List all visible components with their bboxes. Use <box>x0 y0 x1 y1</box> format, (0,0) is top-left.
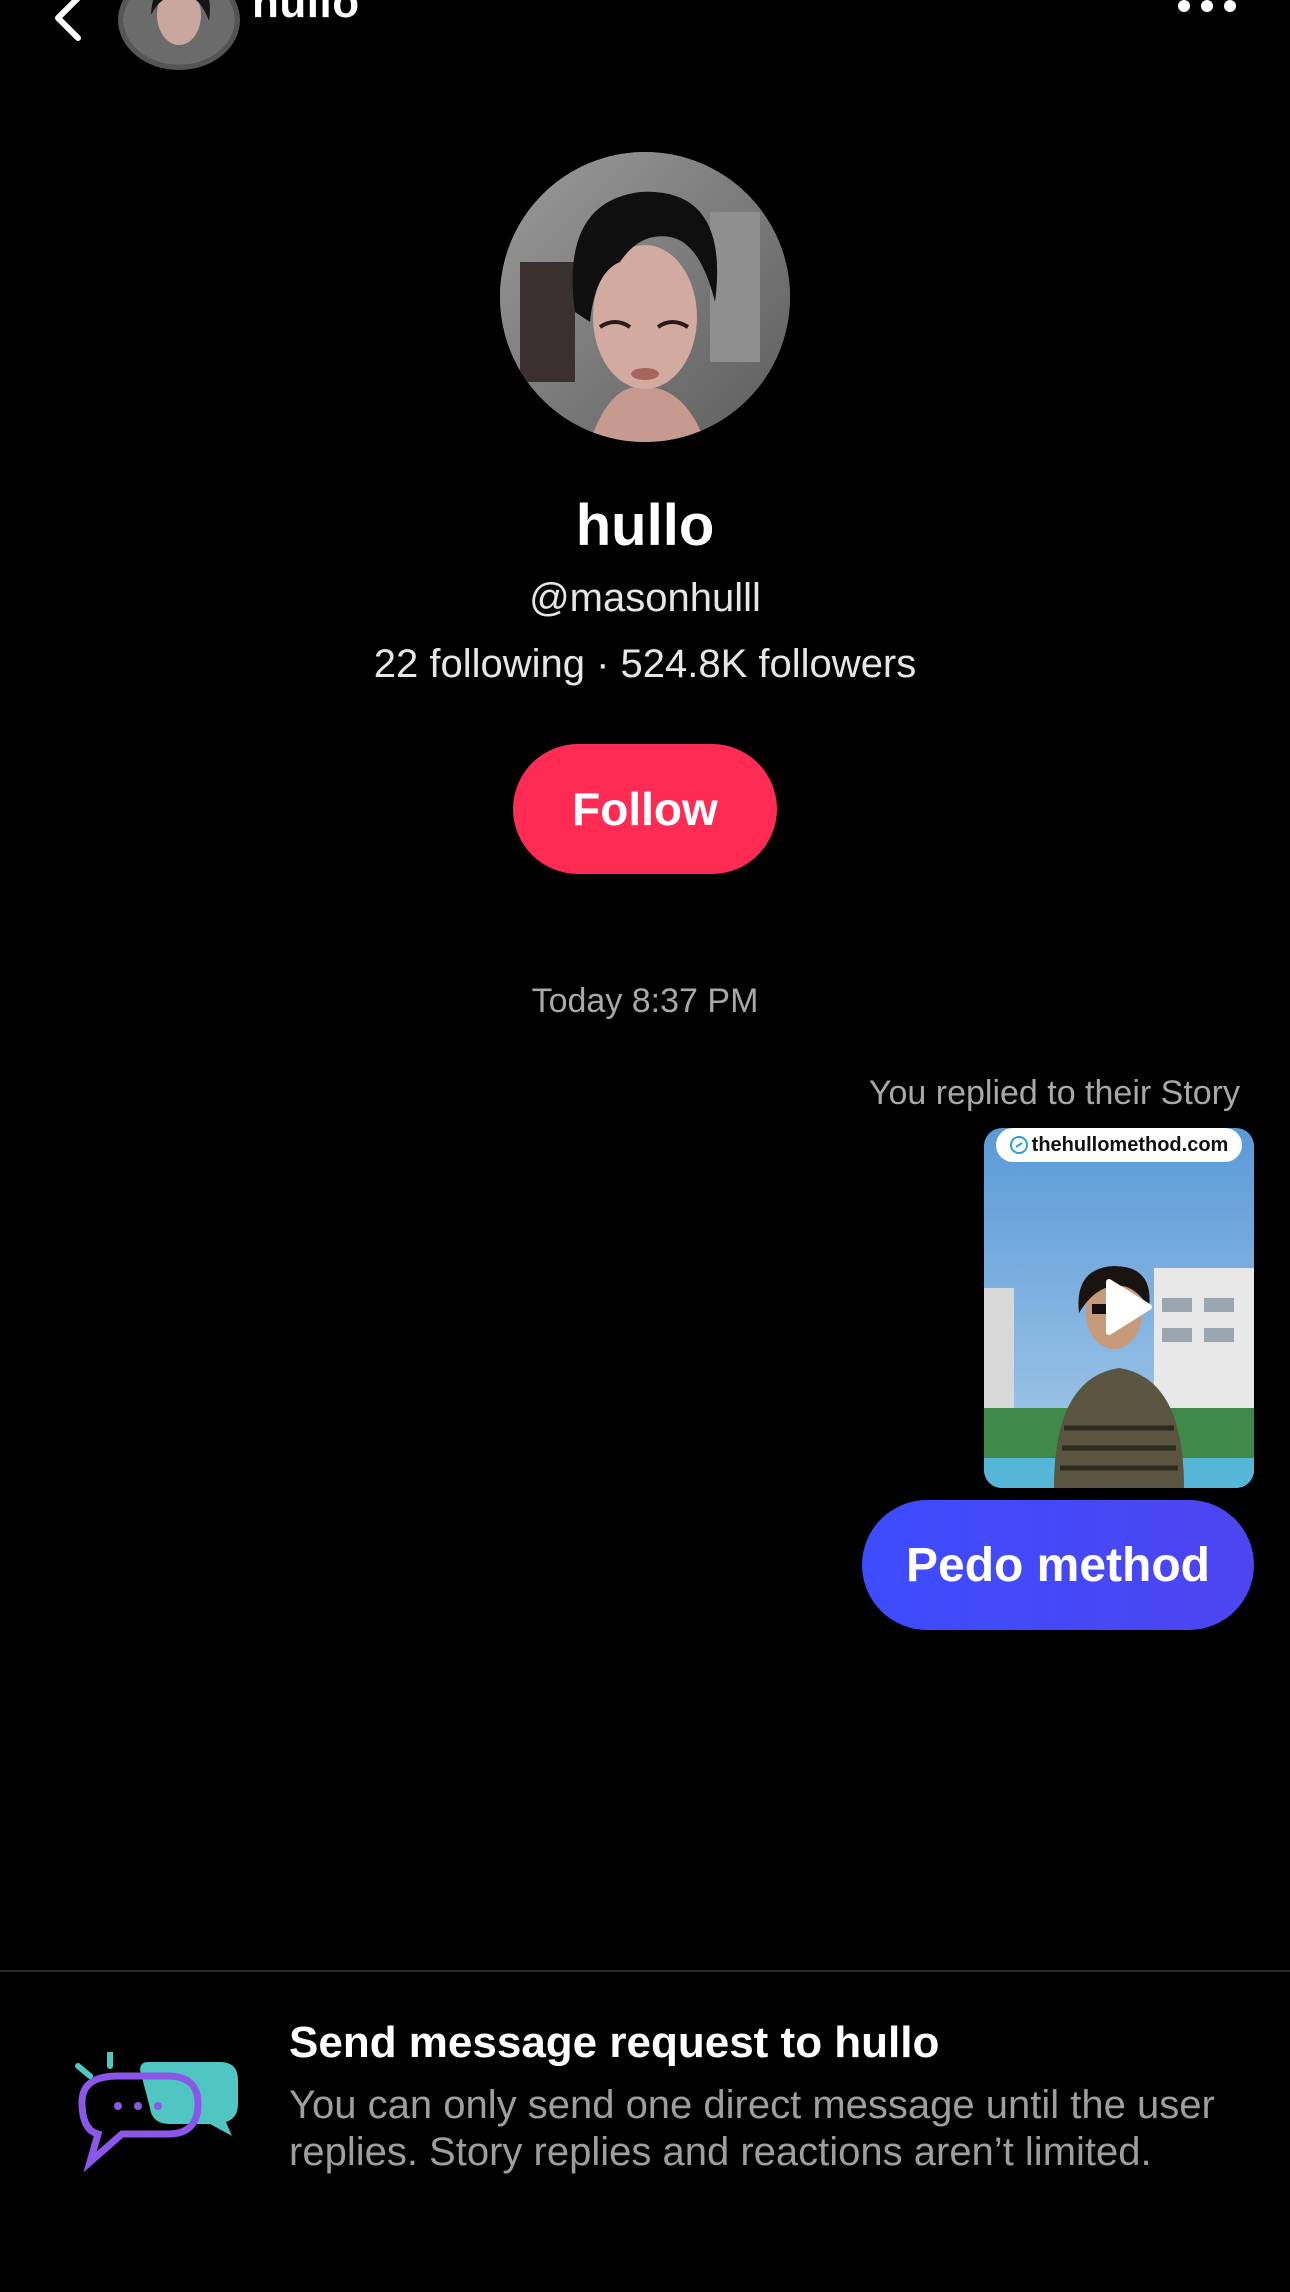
chevron-left-icon <box>55 0 81 41</box>
profile-avatar[interactable] <box>500 152 790 442</box>
story-link-text: thehullomethod.com <box>1031 1133 1229 1156</box>
profile-name: hullo <box>575 493 715 558</box>
header-avatar[interactable] <box>118 0 240 70</box>
story-thumbnail[interactable]: thehullomethod.com <box>984 1128 1254 1488</box>
sent-message-bubble[interactable]: Pedo method <box>862 1500 1254 1630</box>
story-reply-note: You replied to their Story <box>868 1074 1240 1112</box>
message-request-icon <box>70 2049 245 2182</box>
profile-handle: @masonhulll <box>529 576 761 620</box>
play-icon[interactable] <box>1089 1272 1159 1342</box>
story-link-badge[interactable]: thehullomethod.com <box>996 1128 1242 1162</box>
request-description: You can only send one direct message unt… <box>289 2083 1215 2174</box>
more-options-button[interactable] <box>1172 0 1242 22</box>
follow-button[interactable]: Follow <box>513 744 777 874</box>
request-title: Send message request to hullo <box>289 2018 940 2067</box>
link-icon <box>1009 1136 1028 1154</box>
profile-stats: 22 following · 524.8K followers <box>373 642 917 686</box>
back-button[interactable] <box>40 0 100 50</box>
message-timestamp: Today 8:37 PM <box>531 982 759 1020</box>
more-horizontal-icon <box>1178 0 1236 12</box>
divider <box>0 1970 1290 1972</box>
header-title: hullo <box>252 0 360 27</box>
